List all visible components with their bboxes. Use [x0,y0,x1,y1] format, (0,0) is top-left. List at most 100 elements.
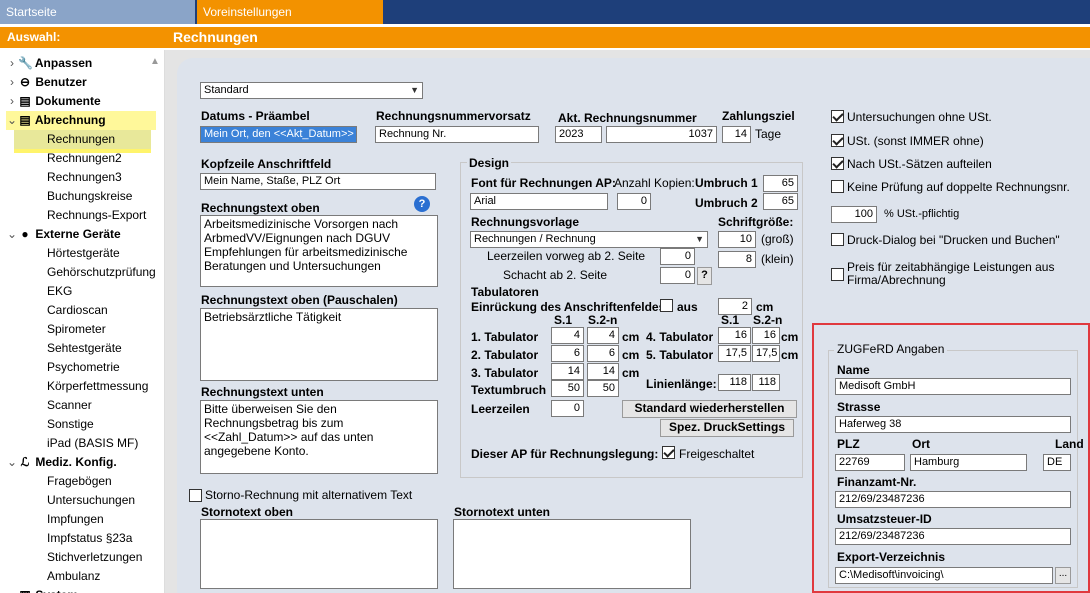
sidebar-item-anpassen[interactable]: › 🔧 Anpassen [6,54,92,73]
schacht-input[interactable]: 0 [660,267,695,284]
kopien-input[interactable]: 0 [617,193,651,210]
sidebar-item-sehtestgeräte[interactable]: Sehtestgeräte [47,339,122,358]
linien-s1-input[interactable]: 118 [718,374,751,391]
zug-export-label: Export-Verzeichnis [837,550,946,564]
sidebar-item-scanner[interactable]: Scanner [47,396,92,415]
sidebar-item-externe-geräte[interactable]: ⌄ ● Externe Geräte [6,225,121,244]
chevron-down-icon[interactable]: ⌄ [6,453,18,472]
sidebar-item-ekg[interactable]: EKG [47,282,72,301]
zug-export-input[interactable]: C:\Medisoft\invoicing\ [835,567,1053,584]
rnv-input[interactable]: Rechnung Nr. [375,126,539,143]
akt-year-input[interactable]: 2023 [555,126,602,143]
zahlungsziel-input[interactable]: 14 [722,126,751,143]
sidebar-item-dokumente[interactable]: › ▤ Dokumente [6,92,101,111]
chevron-right-icon[interactable]: › [6,73,18,92]
sidebar-item-hörtestgeräte[interactable]: Hörtestgeräte [47,244,120,263]
zug-strasse-input[interactable]: Haferweg 38 [835,416,1071,433]
sidebar-item-buchungskreise[interactable]: Buchungskreise [47,187,132,206]
schacht-help-button[interactable]: ? [697,267,712,285]
sidebar-item-mediz-konfig[interactable]: ⌄ ℒ Mediz. Konfig. [6,453,117,472]
sidebar-item-rechnungen2[interactable]: Rechnungen2 [47,149,122,168]
zug-ust-id-input[interactable]: 212/69/23487236 [835,528,1071,545]
zug-ort-input[interactable]: Hamburg [910,454,1027,471]
freigeschaltet-checkbox[interactable] [662,446,675,459]
spez-druck-button[interactable]: Spez. DruckSettings [660,419,794,437]
tab4-s2-input[interactable]: 16 [752,327,780,344]
tab4-s1-input[interactable]: 16 [718,327,751,344]
datums-input[interactable]: Mein Ort, den <<Akt_Datum>> [200,126,357,143]
stornotext-oben-textarea[interactable] [200,519,438,589]
tab-startseite[interactable]: Startseite [0,0,195,24]
ust-pflichtig-input[interactable]: 100 [831,206,877,223]
tab5-s2-input[interactable]: 17,5 [752,345,780,362]
preis-zeitabhaengig-checkbox[interactable] [831,268,844,281]
profile-select[interactable]: Standard ▼ [200,82,423,99]
sidebar-item-fragebögen[interactable]: Fragebögen [47,472,112,491]
sidebar-item-ipad-basis-mf[interactable]: iPad (BASIS MF) [47,434,138,453]
sidebar-item-körperfettmessung[interactable]: Körperfettmessung [47,377,148,396]
untersuchungen-ohne-ust-checkbox[interactable] [831,110,844,123]
sidebar-item-spirometer[interactable]: Spirometer [47,320,106,339]
vorlage-select[interactable]: Rechnungen / Rechnung ▼ [470,231,708,248]
sidebar-item-ambulanz[interactable]: Ambulanz [47,567,100,586]
sidebar-item-rechnungen[interactable]: Rechnungen [14,130,151,149]
sidebar-item-impfstatus-23a[interactable]: Impfstatus §23a [47,529,132,548]
kopfzeile-input[interactable]: Mein Name, Staße, PLZ Ort [200,173,436,190]
schrift-gross-input[interactable]: 10 [718,231,756,248]
aus-checkbox[interactable] [660,299,673,312]
text-unten-textarea[interactable]: Bitte überweisen Sie den Rechnungsbetrag… [200,400,438,474]
sidebar-item-abrechnung[interactable]: ⌄ ▤ Abrechnung [6,111,156,130]
sidebar-item-gehörschutzprüfung[interactable]: Gehörschutzprüfung [47,263,156,282]
tab-voreinstellungen[interactable]: Voreinstellungen [197,0,383,24]
help-icon[interactable]: ? [414,196,430,212]
sidebar-item-rechnungs-export[interactable]: Rechnungs-Export [47,206,146,225]
tab1-s2-input[interactable]: 4 [587,327,619,344]
stornotext-unten-textarea[interactable] [453,519,691,589]
sidebar-item-impfungen[interactable]: Impfungen [47,510,104,529]
leerzeilen-vorweg-input[interactable]: 0 [660,248,695,265]
chevron-down-icon[interactable]: ⌄ [6,111,18,130]
tab2-s1-input[interactable]: 6 [551,345,584,362]
ust-checkbox[interactable] [831,134,844,147]
tab5-s1-input[interactable]: 17,5 [718,345,751,362]
schrift-klein-input[interactable]: 8 [718,251,756,268]
zug-name-input[interactable]: Medisoft GmbH [835,378,1071,395]
umbruch2-input[interactable]: 65 [763,193,798,210]
chevron-right-icon[interactable]: › [6,54,18,73]
sidebar-item-cardioscan[interactable]: Cardioscan [47,301,108,320]
sidebar-item-untersuchungen[interactable]: Untersuchungen [47,491,135,510]
zug-plz-input[interactable]: 22769 [835,454,905,471]
sidebar-item-rechnungen3[interactable]: Rechnungen3 [47,168,122,187]
linien-s2-input[interactable]: 118 [752,374,780,391]
sidebar-item-system[interactable]: ⌄▦ System [6,586,78,593]
textumbruch-s1-input[interactable]: 50 [551,380,584,397]
druck-dialog-checkbox[interactable] [831,233,844,246]
textumbruch-s2-input[interactable]: 50 [587,380,619,397]
tab2-s2-input[interactable]: 6 [587,345,619,362]
tab1-s1-input[interactable]: 4 [551,327,584,344]
font-input[interactable]: Arial [470,193,608,210]
zug-finanzamt-input[interactable]: 212/69/23487236 [835,491,1071,508]
scroll-up-icon[interactable]: ▲ [150,56,160,67]
leerzeilen-input[interactable]: 0 [551,400,584,417]
tab3-s2-input[interactable]: 14 [587,363,619,380]
zug-land-input[interactable]: DE [1043,454,1071,471]
sidebar-item-sonstige[interactable]: Sonstige [47,415,94,434]
pauschalen-textarea[interactable]: Betriebsärztliche Tätigkeit [200,308,438,381]
tab3-s1-input[interactable]: 14 [551,363,584,380]
chevron-down-icon[interactable]: ⌄ [6,586,18,593]
doppelte-rechnungsnr-checkbox[interactable] [831,180,844,193]
browse-button[interactable]: ... [1055,567,1071,584]
standard-restore-button[interactable]: Standard wiederherstellen [622,400,797,418]
sidebar-item-stichverletzungen[interactable]: Stichverletzungen [47,548,142,567]
chevron-right-icon[interactable]: › [6,92,18,111]
akt-number-input[interactable]: 1037 [606,126,717,143]
sidebar-item-benutzer[interactable]: › ⊖ Benutzer [6,73,87,92]
tab3-label: 3. Tabulator [471,366,539,380]
text-oben-textarea[interactable]: Arbeitsmedizinische Vorsorgen nach Arbme… [200,215,438,287]
sidebar-item-psychometrie[interactable]: Psychometrie [47,358,120,377]
ust-saetze-checkbox[interactable] [831,157,844,170]
chevron-down-icon[interactable]: ⌄ [6,225,18,244]
umbruch1-input[interactable]: 65 [763,175,798,192]
storno-checkbox[interactable] [189,489,202,502]
